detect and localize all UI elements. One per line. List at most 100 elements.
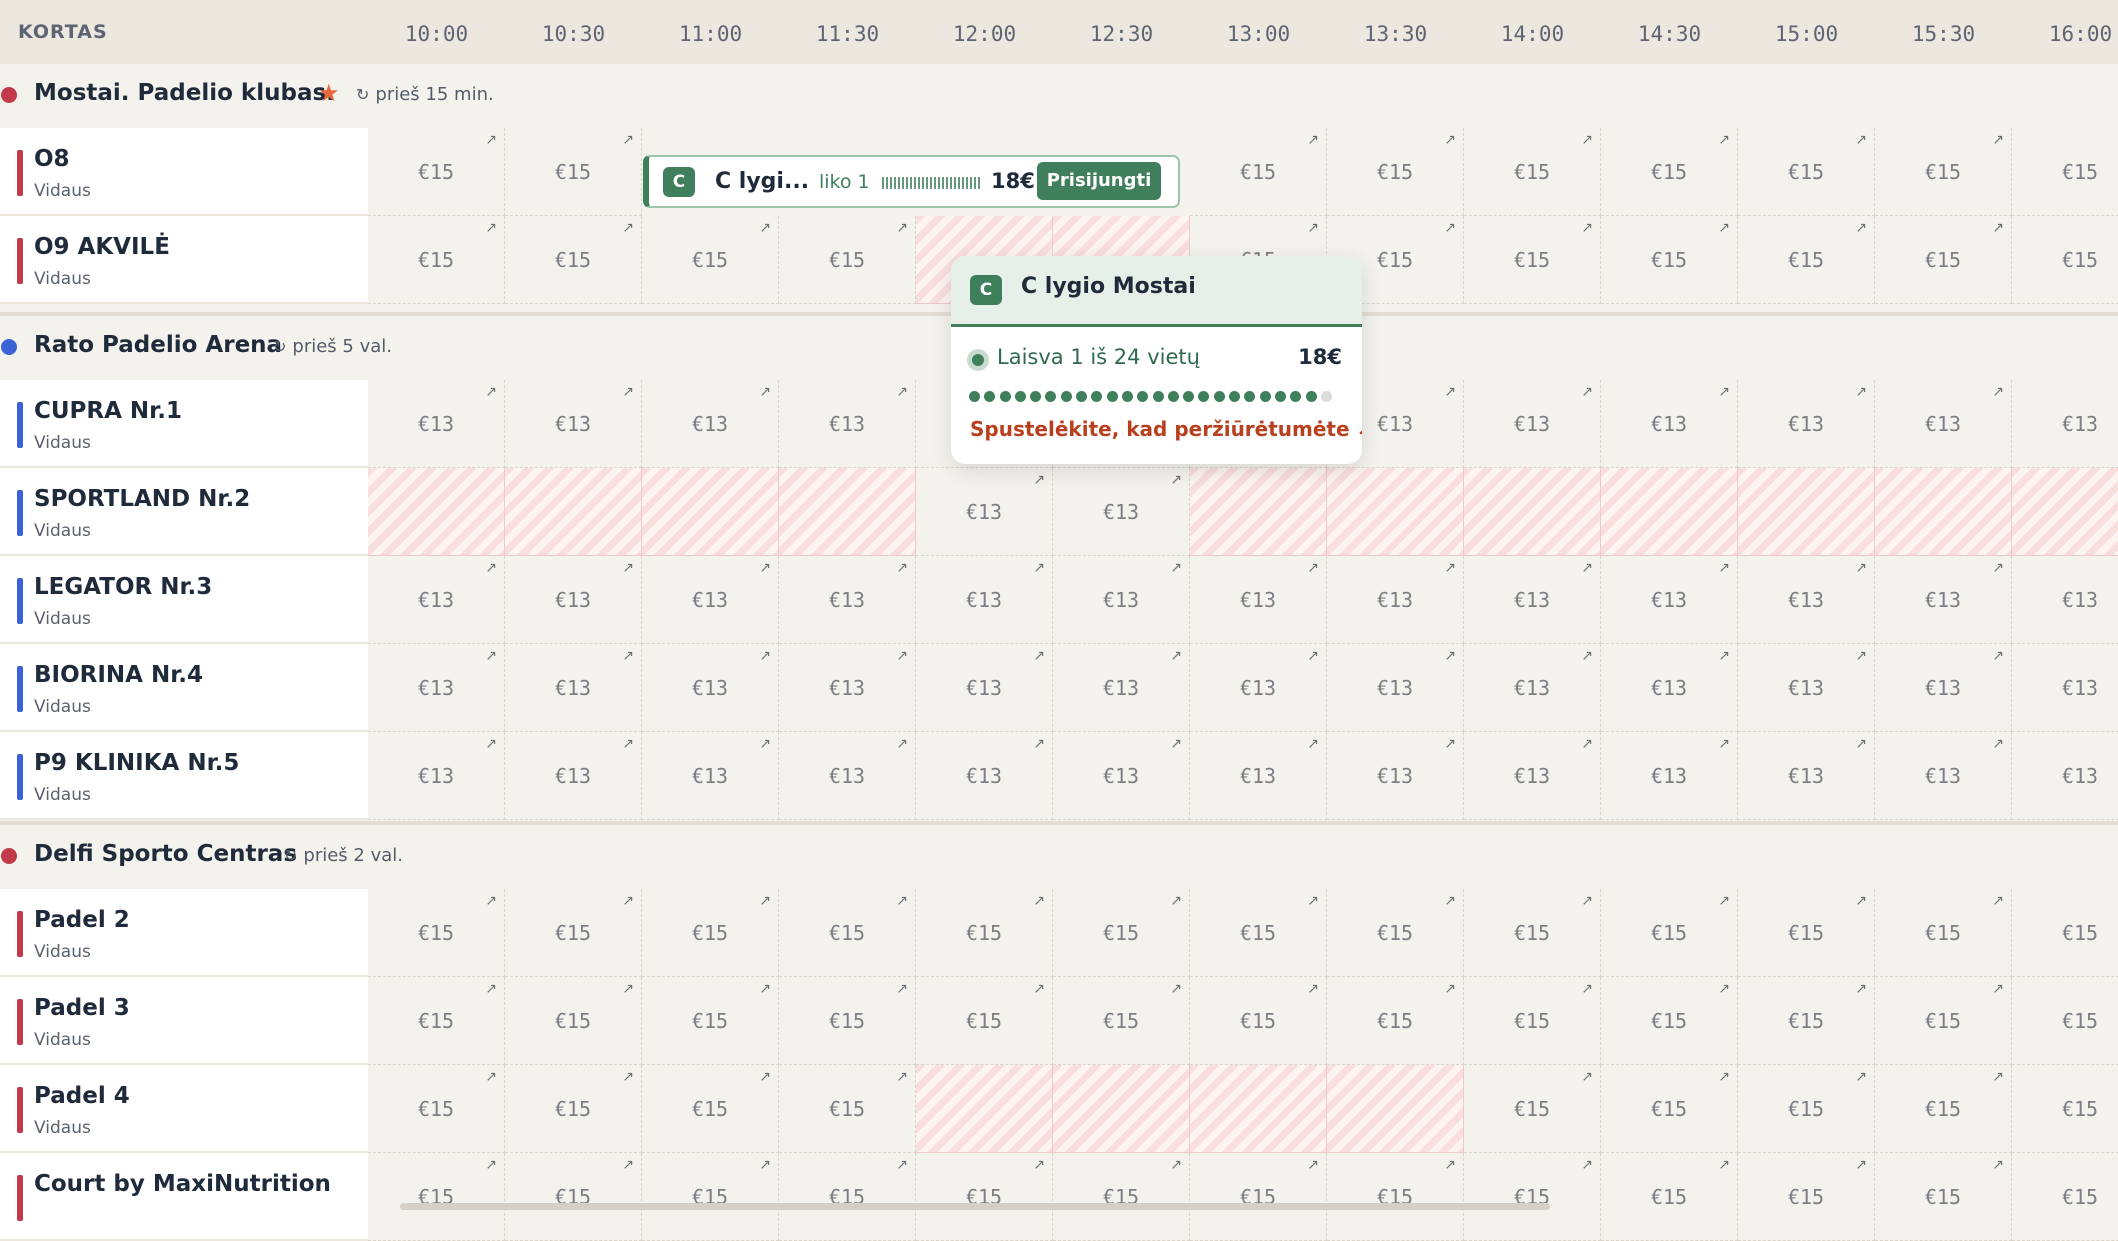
open-slot[interactable]: €15↗ (779, 1065, 916, 1153)
open-slot[interactable]: €13↗ (1464, 556, 1601, 644)
open-slot[interactable]: €15↗ (368, 216, 505, 304)
open-slot[interactable]: €15↗ (1327, 977, 1464, 1065)
open-slot[interactable]: €15↗ (642, 1153, 779, 1241)
open-slot[interactable]: €15↗ (916, 1153, 1053, 1241)
open-slot[interactable]: €15↗ (1738, 1153, 1875, 1241)
open-slot[interactable]: €15↗ (1464, 216, 1601, 304)
open-slot[interactable]: €13↗ (2012, 556, 2118, 644)
open-slot[interactable]: €13↗ (1875, 556, 2012, 644)
event-tooltip[interactable]: C C lygio Mostai Laisva 1 iš 24 vietų 18… (951, 256, 1362, 464)
open-slot[interactable]: €13↗ (1464, 644, 1601, 732)
open-slot[interactable]: €13↗ (1738, 380, 1875, 468)
horizontal-scrollbar[interactable] (400, 1203, 1550, 1210)
open-slot[interactable]: €15↗ (642, 889, 779, 977)
open-slot[interactable]: €15↗ (368, 889, 505, 977)
open-slot[interactable]: €15↗ (1464, 1065, 1601, 1153)
open-slot[interactable]: €15↗ (1601, 1153, 1738, 1241)
open-slot[interactable]: €13↗ (505, 556, 642, 644)
open-slot[interactable]: €13↗ (642, 732, 779, 820)
open-slot[interactable]: €13↗ (1053, 556, 1190, 644)
open-slot[interactable]: €15↗ (505, 216, 642, 304)
open-slot[interactable]: €13↗ (2012, 732, 2118, 820)
open-slot[interactable]: €13↗ (1464, 732, 1601, 820)
open-slot[interactable]: €15↗ (1601, 1065, 1738, 1153)
open-slot[interactable]: €15↗ (1601, 128, 1738, 216)
open-slot[interactable]: €15↗ (505, 977, 642, 1065)
open-slot[interactable]: €13↗ (1053, 468, 1190, 556)
venue-name[interactable]: Rato Padelio Arena (34, 332, 282, 358)
open-slot[interactable]: €15↗ (1190, 889, 1327, 977)
open-slot[interactable]: €15↗ (1053, 977, 1190, 1065)
open-slot[interactable]: €15↗ (505, 889, 642, 977)
open-slot[interactable]: €13↗ (1601, 556, 1738, 644)
open-slot[interactable]: €13↗ (2012, 644, 2118, 732)
favorite-star-icon[interactable]: ★ (318, 79, 340, 107)
open-slot[interactable]: €15↗ (642, 1065, 779, 1153)
open-slot[interactable]: €15↗ (1327, 128, 1464, 216)
open-slot[interactable]: €15↗ (1875, 1153, 2012, 1241)
open-slot[interactable]: €15↗ (1738, 1065, 1875, 1153)
open-slot[interactable]: €13↗ (1190, 644, 1327, 732)
open-slot[interactable]: €15↗ (1875, 977, 2012, 1065)
open-slot[interactable]: €15↗ (1601, 216, 1738, 304)
open-slot[interactable]: €15↗ (779, 216, 916, 304)
open-slot[interactable]: €15↗ (505, 128, 642, 216)
open-slot[interactable]: €15↗ (1190, 1153, 1327, 1241)
open-slot[interactable]: €13↗ (1327, 732, 1464, 820)
open-slot[interactable]: €13↗ (1875, 732, 2012, 820)
venue-name[interactable]: Delfi Sporto Centras (34, 841, 297, 867)
open-slot[interactable]: €15↗ (1738, 128, 1875, 216)
open-slot[interactable]: €15↗ (779, 977, 916, 1065)
open-slot[interactable]: €15↗ (916, 977, 1053, 1065)
open-slot[interactable]: €15↗ (1875, 889, 2012, 977)
open-slot[interactable]: €15↗ (368, 977, 505, 1065)
open-slot[interactable]: €13↗ (779, 380, 916, 468)
open-slot[interactable]: €13↗ (916, 644, 1053, 732)
open-slot[interactable]: €13↗ (1327, 556, 1464, 644)
open-slot[interactable]: €15↗ (1738, 977, 1875, 1065)
open-slot[interactable]: €15↗ (1875, 216, 2012, 304)
open-slot[interactable]: €15↗ (1327, 1153, 1464, 1241)
venue-name[interactable]: Mostai. Padelio klubas. (34, 80, 335, 106)
event-chip[interactable]: C C lygi... liko 1 18€ Prisijungti (643, 155, 1180, 208)
open-slot[interactable]: €13↗ (505, 380, 642, 468)
open-slot[interactable]: €15↗ (2012, 1065, 2118, 1153)
open-slot[interactable]: €13↗ (1053, 732, 1190, 820)
open-slot[interactable]: €15↗ (1601, 889, 1738, 977)
open-slot[interactable]: €13↗ (779, 556, 916, 644)
open-slot[interactable]: €13↗ (368, 380, 505, 468)
open-slot[interactable]: €15↗ (642, 216, 779, 304)
open-slot[interactable]: €15↗ (1190, 977, 1327, 1065)
open-slot[interactable]: €15↗ (1464, 128, 1601, 216)
open-slot[interactable]: €15↗ (2012, 1153, 2118, 1241)
open-slot[interactable]: €13↗ (2012, 380, 2118, 468)
open-slot[interactable]: €13↗ (368, 644, 505, 732)
open-slot[interactable]: €15↗ (368, 128, 505, 216)
open-slot[interactable]: €13↗ (916, 732, 1053, 820)
open-slot[interactable]: €13↗ (1464, 380, 1601, 468)
open-slot[interactable]: €15↗ (368, 1065, 505, 1153)
open-slot[interactable]: €13↗ (1738, 732, 1875, 820)
open-slot[interactable]: €13↗ (1601, 380, 1738, 468)
open-slot[interactable]: €15↗ (368, 1153, 505, 1241)
open-slot[interactable]: €13↗ (916, 556, 1053, 644)
open-slot[interactable]: €13↗ (1875, 380, 2012, 468)
open-slot[interactable]: €15↗ (779, 1153, 916, 1241)
open-slot[interactable]: €13↗ (1190, 732, 1327, 820)
open-slot[interactable]: €13↗ (1738, 644, 1875, 732)
open-slot[interactable]: €15↗ (1464, 977, 1601, 1065)
open-slot[interactable]: €13↗ (642, 380, 779, 468)
open-slot[interactable]: €13↗ (1601, 644, 1738, 732)
open-slot[interactable]: €13↗ (368, 556, 505, 644)
open-slot[interactable]: €15↗ (1875, 1065, 2012, 1153)
open-slot[interactable]: €13↗ (779, 644, 916, 732)
open-slot[interactable]: €15↗ (1053, 889, 1190, 977)
open-slot[interactable]: €15↗ (1053, 1153, 1190, 1241)
open-slot[interactable]: €13↗ (1053, 644, 1190, 732)
open-slot[interactable]: €13↗ (1190, 556, 1327, 644)
open-slot[interactable]: €15↗ (642, 977, 779, 1065)
open-slot[interactable]: €13↗ (1601, 732, 1738, 820)
open-slot[interactable]: €13↗ (505, 732, 642, 820)
open-slot[interactable]: €15↗ (916, 889, 1053, 977)
open-slot[interactable]: €15↗ (1738, 216, 1875, 304)
